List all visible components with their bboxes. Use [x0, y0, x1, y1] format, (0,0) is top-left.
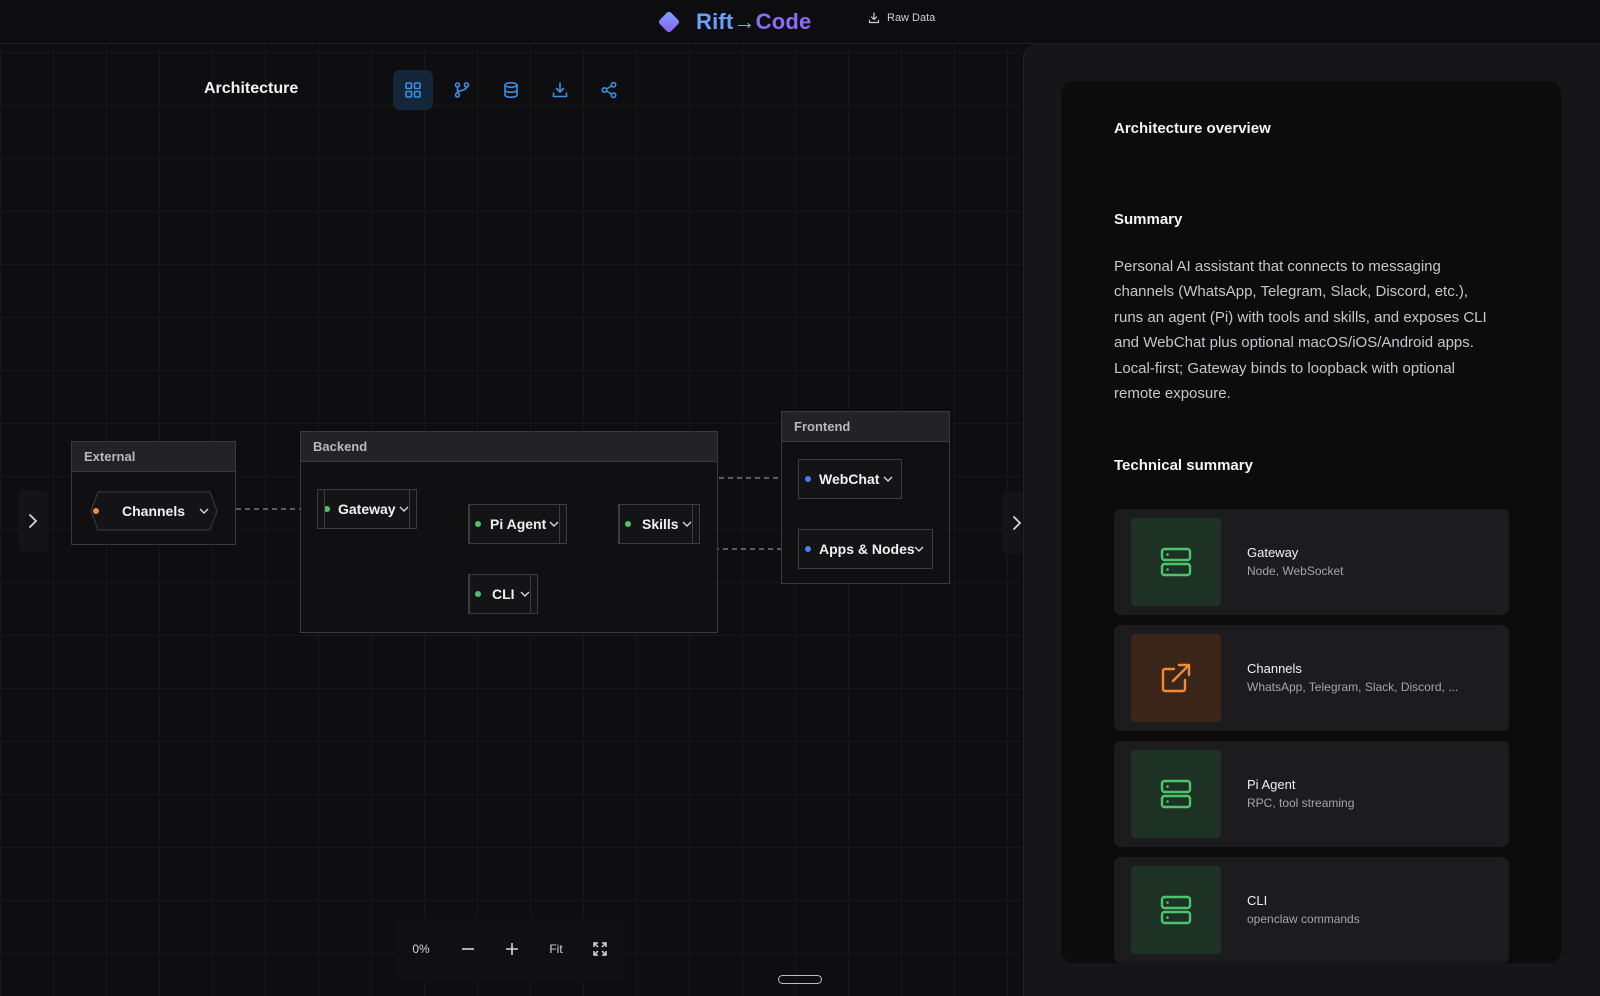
brand-name-rift: Rift: [696, 9, 734, 34]
tech-item-detail: WhatsApp, Telegram, Slack, Discord, ...: [1247, 680, 1459, 694]
server-icon: [1131, 866, 1221, 954]
fit-button[interactable]: Fit: [534, 918, 578, 980]
node-apps-nodes-label: Apps & Nodes: [819, 541, 915, 557]
node-webchat-label: WebChat: [819, 471, 880, 487]
node-pi-agent[interactable]: Pi Agent: [468, 504, 567, 544]
brand[interactable]: Rift→Code: [656, 8, 811, 36]
zoom-level: 0%: [412, 942, 430, 956]
node-skills-label: Skills: [642, 516, 679, 532]
export-button[interactable]: [540, 70, 580, 110]
node-pi-agent-label: Pi Agent: [490, 516, 547, 532]
group-frontend-title: Frontend: [782, 412, 949, 442]
zoom-controls: 0% Fit: [396, 918, 624, 980]
tech-item-name: CLI: [1247, 893, 1268, 908]
node-edge: [469, 505, 470, 543]
node-edge: [530, 575, 531, 613]
chevron-right-icon: [1013, 516, 1022, 530]
summary-text: Personal AI assistant that connects to m…: [1114, 258, 1487, 403]
raw-data-button[interactable]: Raw Data: [868, 12, 935, 24]
diagram-canvas[interactable]: Architecture External Channels Backend G…: [0, 44, 1022, 996]
tech-item-detail: openclaw commands: [1247, 912, 1360, 926]
node-edge: [619, 505, 620, 543]
git-branch-icon: [454, 82, 470, 98]
fullscreen-icon: [593, 942, 607, 956]
database-icon: [504, 81, 518, 99]
tech-item-pi-agent[interactable]: Pi Agent RPC, tool streaming: [1114, 741, 1509, 847]
node-channels-label: Channels: [122, 503, 186, 519]
grid-view-button[interactable]: [393, 70, 433, 110]
tech-item-name: Channels: [1247, 661, 1302, 676]
chevron-down-icon[interactable]: [198, 505, 210, 517]
right-panel-toggle[interactable]: [1002, 492, 1022, 554]
status-dot: [475, 521, 481, 527]
brand-name-code: Code: [755, 9, 812, 34]
fullscreen-button[interactable]: [578, 918, 622, 980]
share-icon: [601, 81, 617, 99]
zoom-out-button[interactable]: [446, 918, 490, 980]
chevron-right-icon: [29, 514, 38, 528]
tech-item-name: Pi Agent: [1247, 777, 1296, 792]
raw-data-label: Raw Data: [887, 12, 936, 24]
node-channels[interactable]: Channels: [90, 491, 218, 531]
diamond-logo-icon: [658, 11, 680, 33]
group-backend-title: Backend: [301, 432, 717, 462]
server-icon: [1131, 518, 1221, 606]
node-edge: [469, 575, 470, 613]
chevron-down-icon[interactable]: [913, 543, 925, 555]
grid-icon: [405, 82, 421, 98]
tech-item-cli[interactable]: CLI openclaw commands: [1114, 857, 1509, 963]
node-webchat[interactable]: WebChat: [798, 459, 902, 499]
plus-icon: [506, 943, 518, 955]
node-apps-nodes[interactable]: Apps & Nodes: [798, 529, 933, 569]
node-gateway-label: Gateway: [338, 501, 396, 517]
tech-item-detail: Node, WebSocket: [1247, 564, 1344, 578]
status-dot: [805, 546, 811, 552]
tech-item-channels[interactable]: Channels WhatsApp, Telegram, Slack, Disc…: [1114, 625, 1509, 731]
node-edge: [692, 505, 693, 543]
brand-name: Rift→Code: [696, 9, 811, 35]
flow-view-button[interactable]: [442, 70, 482, 110]
external-link-icon: [1131, 634, 1221, 722]
tech-item-detail: RPC, tool streaming: [1247, 796, 1355, 810]
status-dot: [93, 508, 99, 514]
server-icon: [1131, 750, 1221, 838]
status-dot: [625, 521, 631, 527]
node-cli[interactable]: CLI: [468, 574, 538, 614]
canvas-title: Architecture: [204, 80, 299, 97]
node-cli-label: CLI: [492, 586, 515, 602]
tech-item-name: Gateway: [1247, 545, 1299, 560]
node-gateway[interactable]: Gateway: [317, 489, 417, 529]
download-icon: [868, 12, 880, 24]
detail-card: Architecture overview Summary Personal A…: [1061, 81, 1561, 963]
share-button[interactable]: [589, 70, 629, 110]
summary-title: Summary: [1114, 211, 1183, 228]
top-bar: Rift→Code Raw Data: [0, 0, 1600, 44]
chevron-down-icon[interactable]: [882, 473, 894, 485]
brand-name-arrow: →: [733, 9, 756, 34]
status-dot: [805, 476, 811, 482]
node-skills[interactable]: Skills: [618, 504, 700, 544]
status-dot: [475, 591, 481, 597]
zoom-in-button[interactable]: [490, 918, 534, 980]
left-panel-toggle[interactable]: [18, 490, 48, 552]
node-edge: [324, 490, 325, 528]
group-external-title: External: [72, 442, 235, 472]
detail-panel: Architecture overview Summary Personal A…: [1023, 44, 1600, 996]
technical-summary-title: Technical summary: [1114, 457, 1253, 474]
view-toolbar: [393, 70, 629, 110]
data-view-button[interactable]: [491, 70, 531, 110]
node-edge: [559, 505, 560, 543]
minus-icon: [462, 948, 474, 950]
node-edge: [409, 490, 410, 528]
tech-item-gateway[interactable]: Gateway Node, WebSocket: [1114, 509, 1509, 615]
download-icon: [552, 82, 568, 98]
resize-handle[interactable]: [778, 975, 822, 984]
overview-title: Architecture overview: [1114, 120, 1271, 137]
